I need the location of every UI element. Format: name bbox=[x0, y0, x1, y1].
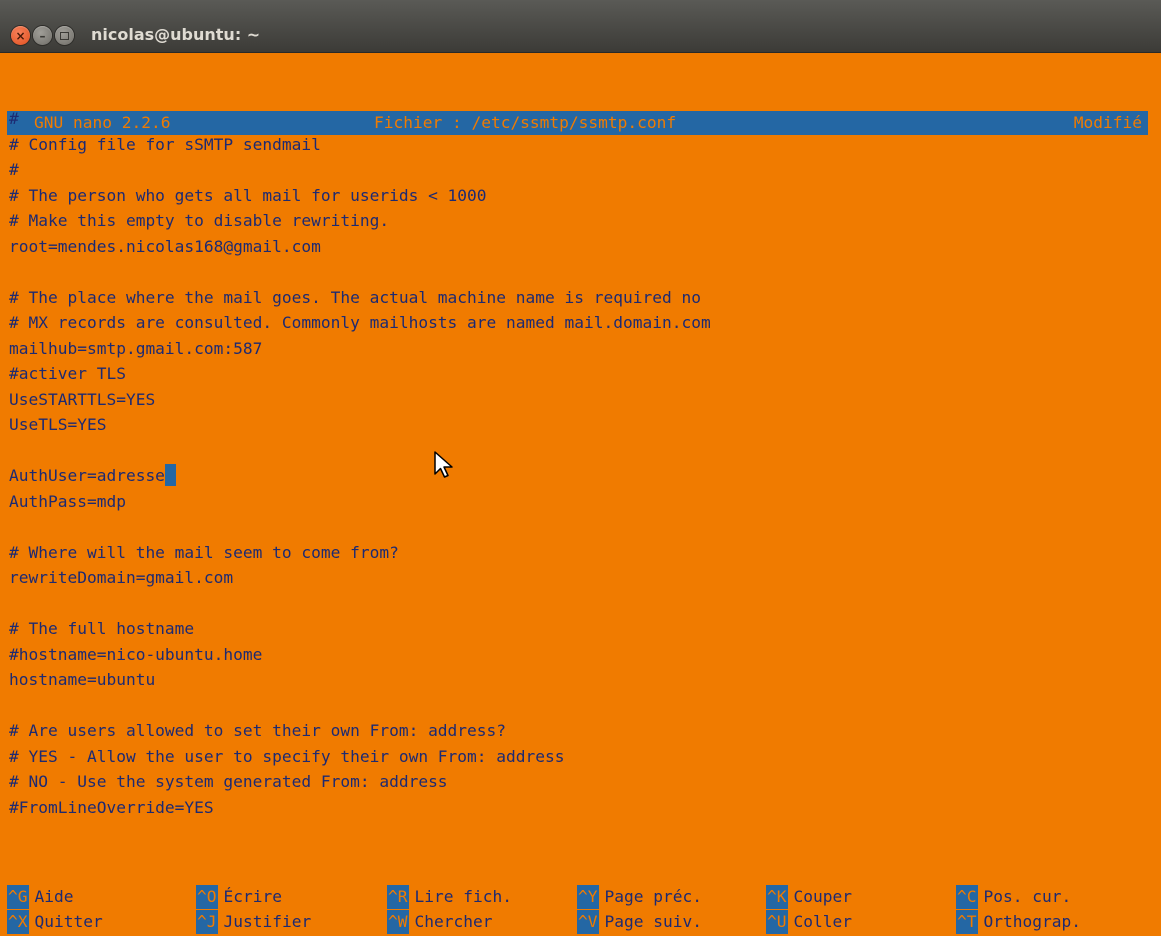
shortcut-paste[interactable]: ^U Coller bbox=[766, 910, 852, 934]
terminal-area[interactable]: GNU nano 2.2.6 Fichier : /etc/ssmtp/ssmt… bbox=[0, 53, 1161, 936]
shortcut-key: ^X bbox=[7, 910, 29, 934]
editor-line[interactable]: # Make this empty to disable rewriting. bbox=[9, 208, 389, 234]
editor-line[interactable]: # The place where the mail goes. The act… bbox=[9, 285, 701, 311]
shortcut-label: Justifier bbox=[223, 912, 312, 931]
shortcut-prev-page[interactable]: ^Y Page préc. bbox=[577, 885, 702, 909]
shortcut-label: Coller bbox=[793, 912, 852, 931]
shortcut-key: ^O bbox=[196, 885, 218, 909]
shortcut-search[interactable]: ^W Chercher bbox=[387, 910, 492, 934]
terminal-window: × – nicolas@ubuntu: ~ GNU nano 2.2.6 Fic… bbox=[0, 0, 1161, 936]
editor-line[interactable]: # Where will the mail seem to come from? bbox=[9, 540, 399, 566]
editor-line[interactable]: AuthPass=mdp bbox=[9, 489, 126, 515]
shortcut-write[interactable]: ^O Écrire bbox=[196, 885, 282, 909]
shortcut-key: ^W bbox=[387, 910, 409, 934]
editor-line[interactable]: # The person who gets all mail for useri… bbox=[9, 183, 487, 209]
editor-line[interactable]: # YES - Allow the user to specify their … bbox=[9, 744, 565, 770]
shortcut-cut[interactable]: ^K Couper bbox=[766, 885, 852, 909]
title-bar[interactable]: × – nicolas@ubuntu: ~ bbox=[0, 0, 1161, 53]
shortcut-exit[interactable]: ^X Quitter bbox=[7, 910, 103, 934]
editor-line[interactable]: # The full hostname bbox=[9, 616, 194, 642]
editor-line[interactable]: UseSTARTTLS=YES bbox=[9, 387, 155, 413]
shortcut-key: ^C bbox=[956, 885, 978, 909]
shortcut-justify[interactable]: ^J Justifier bbox=[196, 910, 311, 934]
shortcut-label: Orthograp. bbox=[983, 912, 1081, 931]
mouse-pointer-icon bbox=[434, 451, 453, 478]
close-icon: × bbox=[15, 28, 26, 43]
shortcut-key: ^U bbox=[766, 910, 788, 934]
shortcut-key: ^T bbox=[956, 910, 978, 934]
shortcut-next-page[interactable]: ^V Page suiv. bbox=[577, 910, 702, 934]
editor-line[interactable]: # Are users allowed to set their own Fro… bbox=[9, 718, 506, 744]
shortcut-label: Lire fich. bbox=[414, 887, 512, 906]
editor-line[interactable]: #hostname=nico-ubuntu.home bbox=[9, 642, 262, 668]
shortcut-key: ^R bbox=[387, 885, 409, 909]
shortcut-key: ^G bbox=[7, 885, 29, 909]
shortcut-key: ^K bbox=[766, 885, 788, 909]
editor-line[interactable]: #FromLineOverride=YES bbox=[9, 795, 214, 821]
shortcut-help[interactable]: ^G Aide bbox=[7, 885, 73, 909]
shortcut-label: Chercher bbox=[414, 912, 493, 931]
maximize-icon bbox=[60, 31, 69, 40]
shortcut-key: ^V bbox=[577, 910, 599, 934]
close-button[interactable]: × bbox=[11, 26, 30, 45]
shortcut-label: Quitter bbox=[34, 912, 103, 931]
maximize-button[interactable] bbox=[55, 26, 74, 45]
editor-line[interactable]: # bbox=[9, 157, 19, 183]
shortcut-label: Page préc. bbox=[604, 887, 702, 906]
text-cursor bbox=[164, 464, 176, 486]
shortcut-label: Pos. cur. bbox=[983, 887, 1072, 906]
shortcut-spell[interactable]: ^T Orthograp. bbox=[956, 910, 1081, 934]
shortcut-label: Aide bbox=[34, 887, 74, 906]
editor-line[interactable]: # MX records are consulted. Commonly mai… bbox=[9, 310, 711, 336]
shortcut-cursor-pos[interactable]: ^C Pos. cur. bbox=[956, 885, 1071, 909]
shortcut-key: ^Y bbox=[577, 885, 599, 909]
minimize-icon: – bbox=[39, 28, 46, 43]
editor-line-active[interactable]: AuthUser=adresse bbox=[9, 463, 176, 489]
editor-line[interactable]: # bbox=[9, 106, 19, 132]
file-name: Fichier : /etc/ssmtp/ssmtp.conf bbox=[374, 113, 677, 132]
editor-line[interactable]: root=mendes.nicolas168@gmail.com bbox=[9, 234, 321, 260]
minimize-button[interactable]: – bbox=[33, 26, 52, 45]
editor-line-text: AuthUser=adresse bbox=[9, 466, 165, 485]
editor-line[interactable]: hostname=ubuntu bbox=[9, 667, 155, 693]
editor-line[interactable]: # Config file for sSMTP sendmail bbox=[9, 132, 321, 158]
shortcut-label: Page suiv. bbox=[604, 912, 702, 931]
editor-line[interactable]: mailhub=smtp.gmail.com:587 bbox=[9, 336, 262, 362]
editor-line[interactable]: rewriteDomain=gmail.com bbox=[9, 565, 233, 591]
editor-line[interactable]: # NO - Use the system generated From: ad… bbox=[9, 769, 448, 795]
shortcut-read-file[interactable]: ^R Lire fich. bbox=[387, 885, 512, 909]
shortcut-key: ^J bbox=[196, 910, 218, 934]
window-title: nicolas@ubuntu: ~ bbox=[91, 25, 261, 44]
modified-indicator: Modifié bbox=[1073, 113, 1142, 132]
shortcut-label: Écrire bbox=[223, 887, 282, 906]
shortcut-label: Couper bbox=[793, 887, 852, 906]
editor-line[interactable]: #activer TLS bbox=[9, 361, 126, 387]
editor-line[interactable]: UseTLS=YES bbox=[9, 412, 106, 438]
